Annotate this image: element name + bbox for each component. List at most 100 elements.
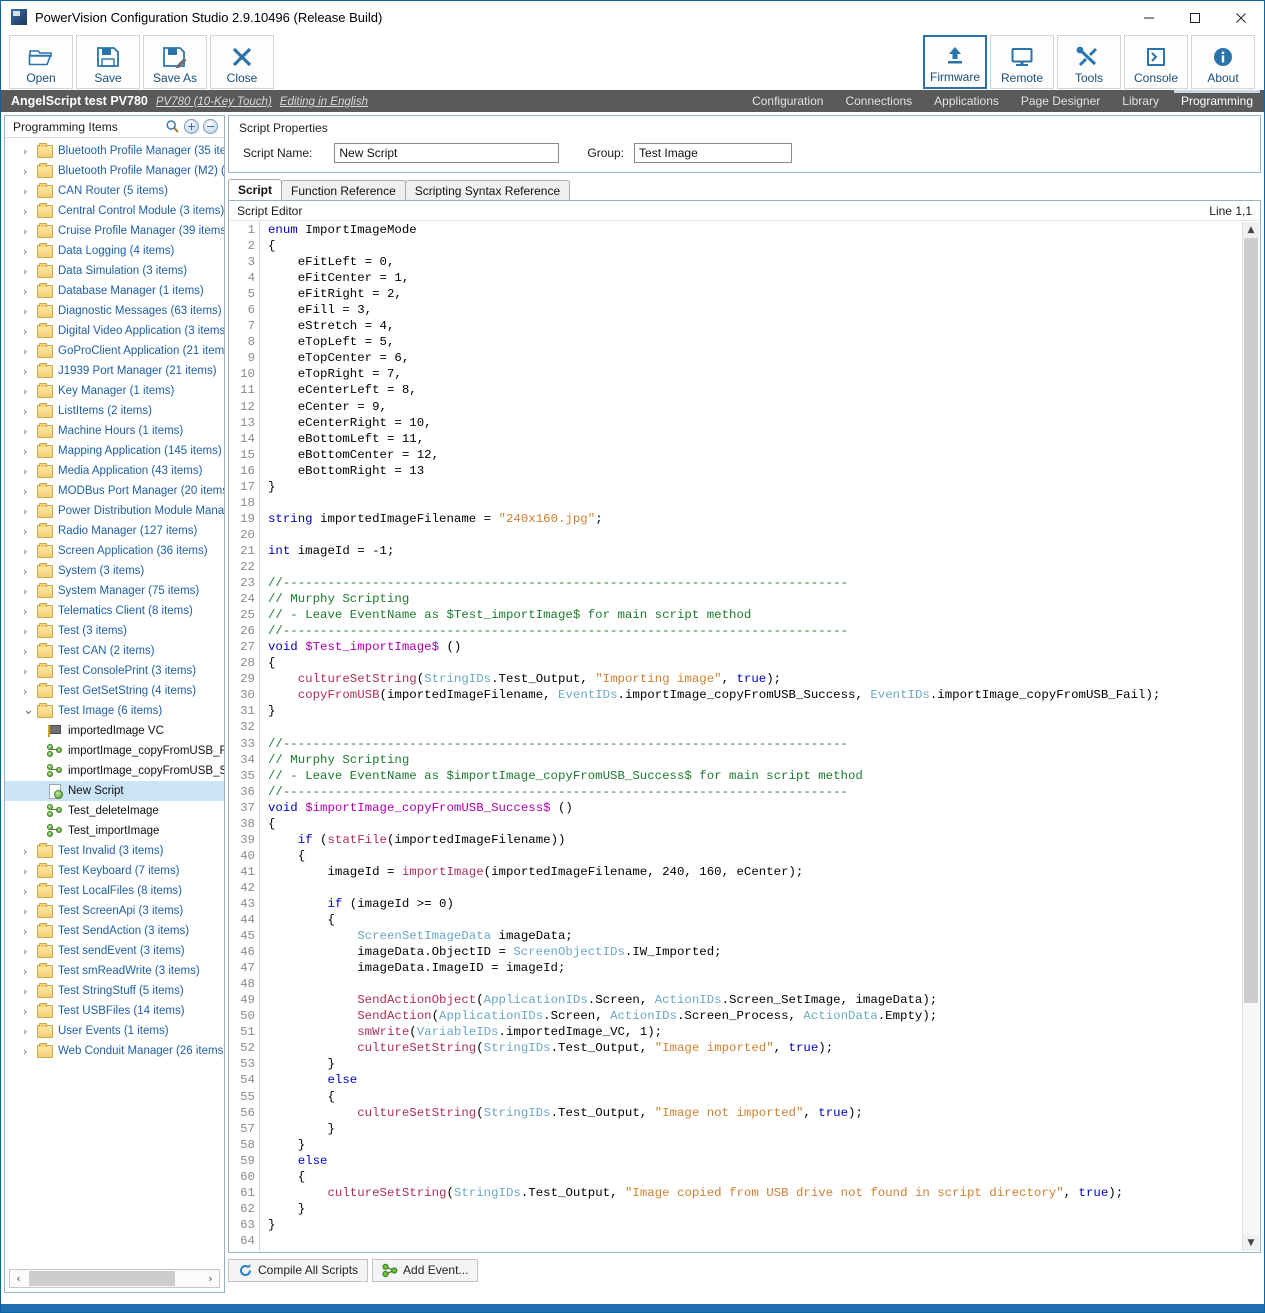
tab-configuration[interactable]: Configuration	[741, 90, 834, 112]
chevron-right-icon[interactable]: ›	[23, 325, 37, 338]
chevron-right-icon[interactable]: ›	[23, 185, 37, 198]
tab-connections[interactable]: Connections	[834, 90, 923, 112]
scroll-left-arrow[interactable]: ‹	[10, 1272, 27, 1285]
maximize-icon[interactable]	[1172, 1, 1218, 34]
tree-folder-item[interactable]: › ListItems (2 items)	[5, 401, 224, 421]
tree-folder-item[interactable]: › System (3 items)	[5, 561, 224, 581]
minimize-icon[interactable]	[1126, 1, 1172, 34]
tree-folder-item[interactable]: › GoProClient Application (21 items)	[5, 341, 224, 361]
tree-folder-item[interactable]: › Test sendEvent (3 items)	[5, 941, 224, 961]
tree-folder-item[interactable]: › J1939 Port Manager (21 items)	[5, 361, 224, 381]
add-event-button[interactable]: Add Event...	[372, 1258, 479, 1282]
tab-applications[interactable]: Applications	[923, 90, 1010, 112]
code-content[interactable]: 1 2 3 4 5 6 7 8 9 10 11 12 13 14 15 16 1…	[230, 222, 1242, 1251]
tab-programming[interactable]: Programming	[1170, 90, 1264, 112]
chevron-right-icon[interactable]: ›	[23, 545, 37, 558]
tree-folder-item[interactable]: › Central Control Module (3 items)	[5, 201, 224, 221]
scroll-down-arrow[interactable]: ▼	[1243, 1235, 1259, 1251]
chevron-right-icon[interactable]: ›	[23, 485, 37, 498]
tree-folder-item[interactable]: › Data Simulation (3 items)	[5, 261, 224, 281]
chevron-right-icon[interactable]: ›	[23, 505, 37, 518]
chevron-right-icon[interactable]: ›	[23, 945, 37, 958]
tree-folder-item[interactable]: › Media Application (43 items)	[5, 461, 224, 481]
tree-folder-item[interactable]: › Test ScreenApi (3 items)	[5, 901, 224, 921]
chevron-right-icon[interactable]: ›	[23, 585, 37, 598]
chevron-right-icon[interactable]: ›	[23, 1025, 37, 1038]
remote-button[interactable]: Remote	[990, 35, 1054, 89]
chevron-right-icon[interactable]: ›	[23, 865, 37, 878]
close-button[interactable]: Close	[210, 35, 274, 89]
tree-folder-item[interactable]: › CAN Router (5 items)	[5, 181, 224, 201]
chevron-right-icon[interactable]: ›	[23, 445, 37, 458]
scroll-thumb[interactable]	[29, 1271, 175, 1286]
search-icon[interactable]	[165, 119, 180, 134]
tools-button[interactable]: Tools	[1057, 35, 1121, 89]
tree-folder-item[interactable]: › System Manager (75 items)	[5, 581, 224, 601]
chevron-right-icon[interactable]: ›	[23, 885, 37, 898]
tree-leaf-item[interactable]: importImage_copyFromUSB_Fail	[5, 741, 224, 761]
chevron-right-icon[interactable]: ›	[23, 145, 37, 158]
chevron-right-icon[interactable]: ›	[23, 345, 37, 358]
chevron-right-icon[interactable]: ›	[23, 1005, 37, 1018]
tree-folder-item[interactable]: › Machine Hours (1 items)	[5, 421, 224, 441]
tree-folder-item[interactable]: › Test (3 items)	[5, 621, 224, 641]
collapse-all-icon[interactable]: −	[203, 119, 218, 134]
tree-folder-item[interactable]: › Screen Application (36 items)	[5, 541, 224, 561]
tree-folder-item[interactable]: › Diagnostic Messages (63 items)	[5, 301, 224, 321]
chevron-right-icon[interactable]: ›	[23, 265, 37, 278]
chevron-right-icon[interactable]: ›	[23, 645, 37, 658]
tree-folder-item[interactable]: › Cruise Profile Manager (39 items)	[5, 221, 224, 241]
chevron-right-icon[interactable]: ›	[23, 565, 37, 578]
tree-folder-item[interactable]: › Data Logging (4 items)	[5, 241, 224, 261]
chevron-right-icon[interactable]: ›	[23, 985, 37, 998]
tree-folder-item[interactable]: › Bluetooth Profile Manager (35 items)	[5, 141, 224, 161]
tree-folder-item[interactable]: › Test SendAction (3 items)	[5, 921, 224, 941]
tree-leaf-item[interactable]: importImage_copyFromUSB_Suc	[5, 761, 224, 781]
tab-scripting-syntax-reference[interactable]: Scripting Syntax Reference	[404, 180, 571, 200]
chevron-right-icon[interactable]: ›	[23, 205, 37, 218]
chevron-right-icon[interactable]: ›	[23, 905, 37, 918]
tab-function-reference[interactable]: Function Reference	[281, 180, 406, 200]
about-button[interactable]: About	[1191, 35, 1255, 89]
tree-folder-item[interactable]: › Test LocalFiles (8 items)	[5, 881, 224, 901]
chevron-right-icon[interactable]: ›	[23, 845, 37, 858]
tree-folder-item[interactable]: › Bluetooth Profile Manager (M2) (27 item…	[5, 161, 224, 181]
vertical-scroll-thumb[interactable]	[1244, 238, 1258, 1003]
script-name-input[interactable]: New Script	[334, 143, 560, 163]
scroll-up-arrow[interactable]: ▲	[1243, 222, 1259, 238]
tree-folder-item[interactable]: › Test ConsolePrint (3 items)	[5, 661, 224, 681]
tree-folder-item[interactable]: ⌄ Test Image (6 items)	[5, 701, 224, 721]
chevron-right-icon[interactable]: ›	[23, 465, 37, 478]
programming-items-tree[interactable]: › Bluetooth Profile Manager (35 items) › Bl…	[5, 139, 224, 1262]
save-as-button[interactable]: Save As	[143, 35, 207, 89]
firmware-button[interactable]: Firmware	[923, 35, 987, 89]
chevron-right-icon[interactable]: ›	[23, 625, 37, 638]
chevron-right-icon[interactable]: ›	[23, 365, 37, 378]
tree-folder-item[interactable]: › Key Manager (1 items)	[5, 381, 224, 401]
tree-folder-item[interactable]: › Test Keyboard (7 items)	[5, 861, 224, 881]
tree-leaf-item[interactable]: Test_importImage	[5, 821, 224, 841]
editing-language-link[interactable]: Editing in English	[280, 96, 368, 108]
console-button[interactable]: Console	[1124, 35, 1188, 89]
chevron-right-icon[interactable]: ›	[23, 425, 37, 438]
tree-folder-item[interactable]: › MODBus Port Manager (20 items)	[5, 481, 224, 501]
compile-all-scripts-button[interactable]: Compile All Scripts	[228, 1258, 369, 1282]
sidebar-horizontal-scrollbar[interactable]: ‹ ›	[9, 1269, 220, 1288]
tree-folder-item[interactable]: › Web Conduit Manager (26 items)	[5, 1041, 224, 1061]
group-input[interactable]: Test Image	[634, 143, 793, 163]
tab-page-designer[interactable]: Page Designer	[1010, 90, 1111, 112]
scroll-right-arrow[interactable]: ›	[202, 1272, 219, 1285]
chevron-down-icon[interactable]: ⌄	[23, 704, 37, 717]
tree-folder-item[interactable]: › Power Distribution Module Manager	[5, 501, 224, 521]
tab-library[interactable]: Library	[1111, 90, 1170, 112]
device-link[interactable]: PV780 (10-Key Touch)	[156, 96, 272, 108]
editor-vertical-scrollbar[interactable]: ▲ ▼	[1242, 222, 1259, 1251]
tree-folder-item[interactable]: › Mapping Application (145 items)	[5, 441, 224, 461]
chevron-right-icon[interactable]: ›	[23, 405, 37, 418]
code-text[interactable]: enum ImportImageMode { eFitLeft = 0, eFi…	[260, 222, 1242, 1251]
close-icon[interactable]	[1218, 1, 1264, 34]
tree-leaf-item[interactable]: New Script	[5, 781, 224, 801]
chevron-right-icon[interactable]: ›	[23, 925, 37, 938]
tree-folder-item[interactable]: › Test Invalid (3 items)	[5, 841, 224, 861]
code-area[interactable]: 1 2 3 4 5 6 7 8 9 10 11 12 13 14 15 16 1…	[230, 222, 1242, 1251]
